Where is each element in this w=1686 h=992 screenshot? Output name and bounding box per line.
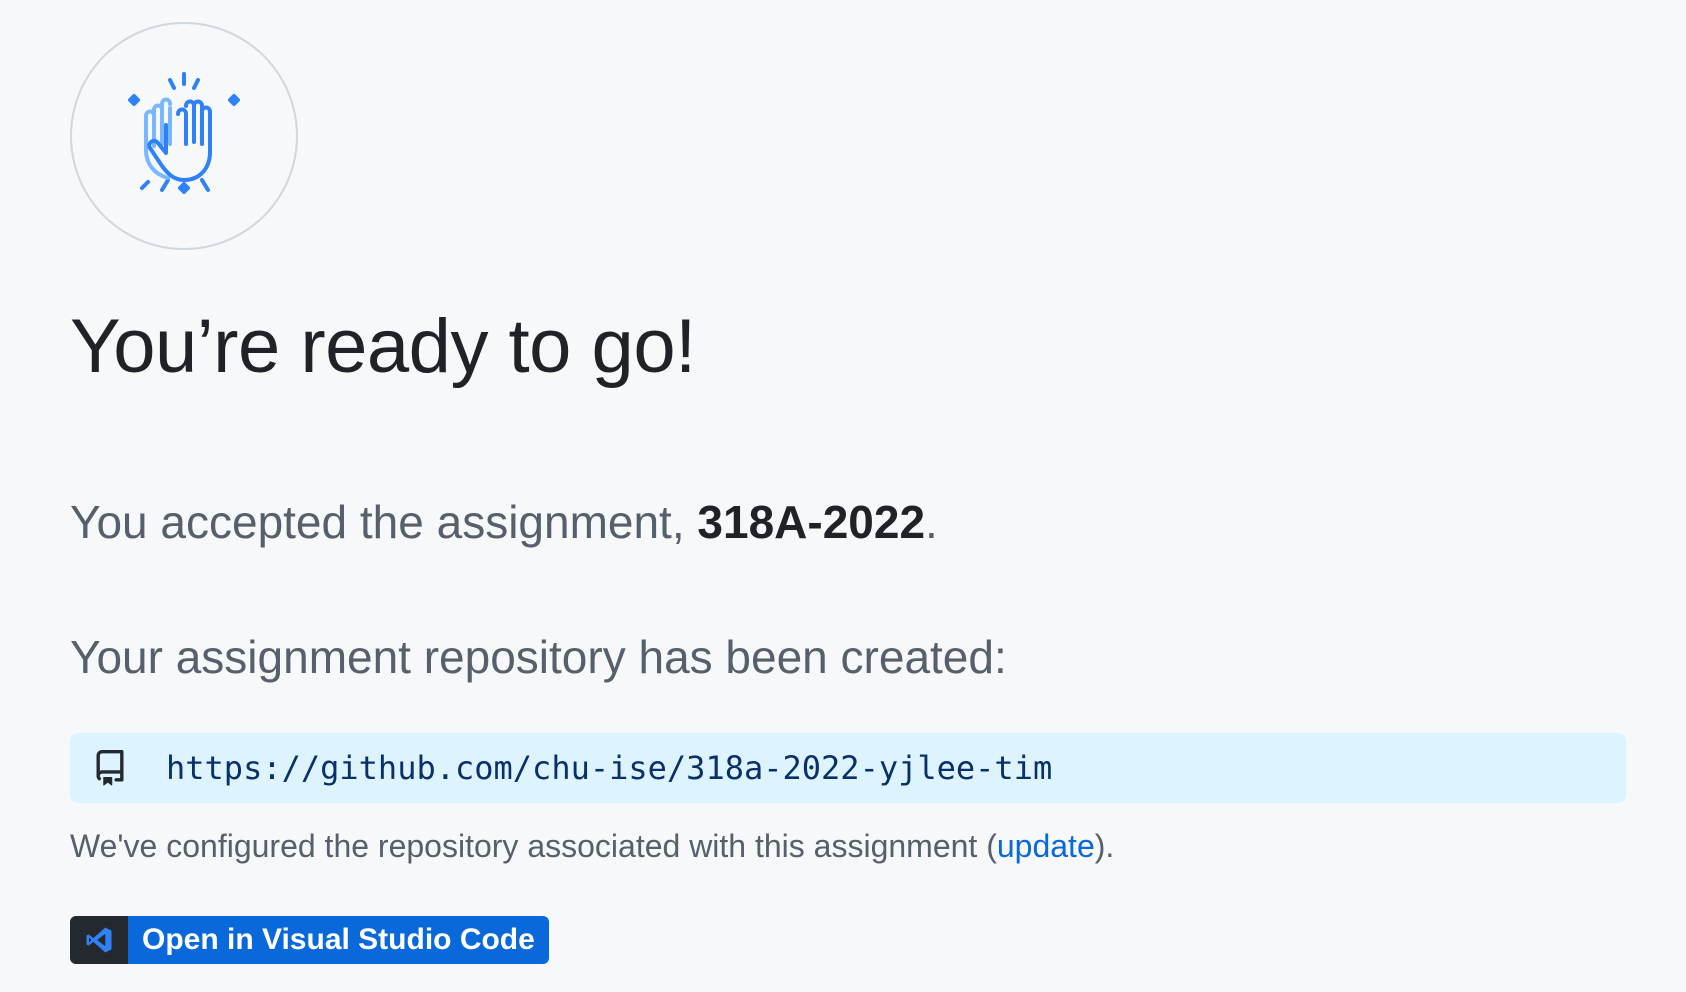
configured-suffix: ). (1094, 828, 1115, 864)
open-in-vscode-label: Open in Visual Studio Code (128, 916, 549, 964)
repo-created-message: Your assignment repository has been crea… (70, 631, 1007, 683)
repo-url-link[interactable]: https://github.com/chu-ise/318a-2022-yjl… (166, 749, 1052, 787)
accepted-suffix: . (925, 496, 938, 548)
assignment-name: 318A-2022 (697, 496, 926, 548)
repo-icon (92, 750, 128, 786)
high-five-avatar (70, 22, 298, 250)
accepted-prefix: You accepted the assignment, (70, 496, 698, 548)
configured-prefix: We've configured the repository associat… (70, 828, 997, 864)
open-in-vscode-button[interactable]: Open in Visual Studio Code (70, 916, 549, 964)
page-title: You’re ready to go! (70, 304, 696, 389)
page: You’re ready to go! You accepted the ass… (0, 0, 1686, 992)
vscode-icon (70, 916, 128, 964)
accepted-message: You accepted the assignment, 318A-2022. (70, 495, 938, 550)
configured-message: We've configured the repository associat… (70, 828, 1114, 865)
update-link[interactable]: update (997, 828, 1095, 864)
high-five-icon (128, 72, 240, 194)
repo-url-box: https://github.com/chu-ise/318a-2022-yjl… (70, 733, 1626, 803)
